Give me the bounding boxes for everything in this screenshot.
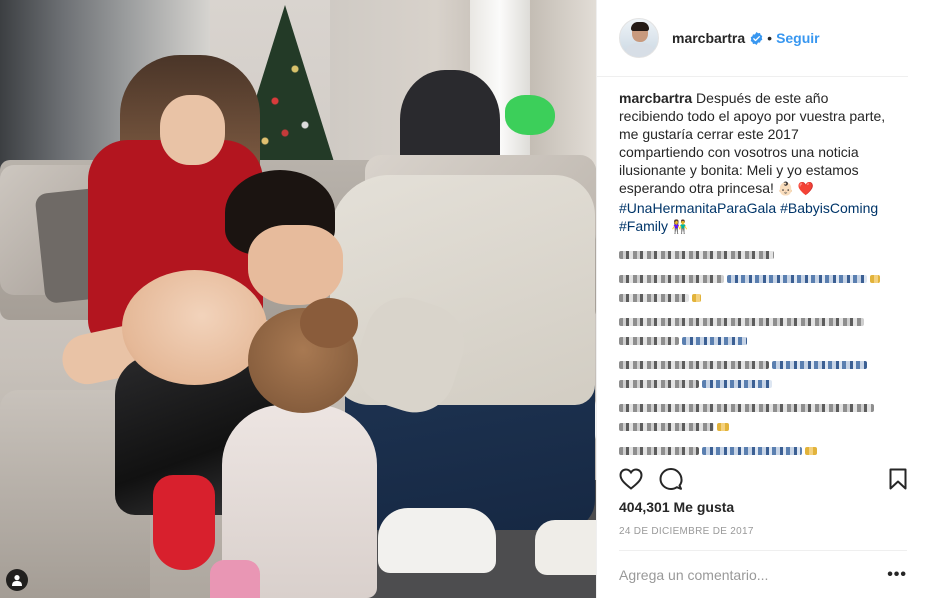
comment-form: ••• bbox=[619, 550, 907, 599]
baby-emoji: 👶🏻 bbox=[777, 182, 794, 197]
pregnant-belly bbox=[122, 270, 267, 385]
separator-dot: • bbox=[767, 30, 773, 46]
post-container: marcbartra • Seguir marcbartra Después d… bbox=[0, 0, 927, 598]
white-sneaker bbox=[535, 520, 596, 575]
user-tag-icon[interactable] bbox=[6, 569, 28, 591]
user-silhouette-icon bbox=[12, 575, 22, 586]
post-date[interactable]: 24 DE DICIEMBRE DE 2017 bbox=[619, 526, 754, 537]
post-header: marcbartra • Seguir bbox=[597, 0, 908, 77]
white-sneaker bbox=[378, 508, 496, 573]
red-sneaker bbox=[153, 475, 215, 570]
caption-username[interactable]: marcbartra bbox=[619, 90, 692, 106]
blurred-comment bbox=[619, 445, 886, 457]
blurred-comment bbox=[619, 359, 886, 390]
post-photo[interactable] bbox=[0, 0, 596, 598]
comment-input[interactable] bbox=[619, 567, 888, 583]
more-options-button[interactable]: ••• bbox=[887, 566, 907, 584]
username-link[interactable]: marcbartra bbox=[672, 30, 745, 46]
bookmark-icon[interactable] bbox=[889, 468, 907, 490]
man-face bbox=[248, 225, 343, 305]
likes-label: Me gusta bbox=[673, 499, 735, 515]
likes-number: 404,301 bbox=[619, 499, 670, 515]
action-bar bbox=[619, 466, 907, 492]
hashtag-link[interactable]: #BabyisComing bbox=[780, 200, 878, 216]
comments-area: marcbartra Después de este año recibiend… bbox=[597, 77, 908, 457]
follow-button[interactable]: Seguir bbox=[776, 30, 820, 46]
post-side-panel: marcbartra • Seguir marcbartra Después d… bbox=[596, 0, 927, 598]
hashtag-link[interactable]: #Family bbox=[619, 218, 668, 234]
verified-badge-icon bbox=[750, 31, 763, 45]
hashtag-link[interactable]: #UnaHermanitaParaGala bbox=[619, 200, 776, 216]
woman-face bbox=[160, 95, 225, 165]
pink-shoe bbox=[210, 560, 260, 598]
blurred-comment bbox=[619, 316, 886, 347]
blurred-comment bbox=[619, 273, 886, 304]
comment-bubble-icon[interactable] bbox=[659, 467, 683, 491]
likes-count[interactable]: 404,301 Me gusta bbox=[619, 499, 734, 515]
child-hair-bun bbox=[300, 298, 358, 348]
blurred-comment bbox=[619, 402, 886, 433]
avatar[interactable] bbox=[619, 18, 659, 58]
green-toy bbox=[505, 95, 555, 135]
couple-emoji: 👫 bbox=[671, 220, 689, 235]
blurred-comment bbox=[619, 249, 886, 261]
heart-emoji: ❤️ bbox=[797, 182, 815, 197]
heart-icon[interactable] bbox=[619, 468, 643, 490]
caption: marcbartra Después de este año recibiend… bbox=[619, 89, 886, 237]
